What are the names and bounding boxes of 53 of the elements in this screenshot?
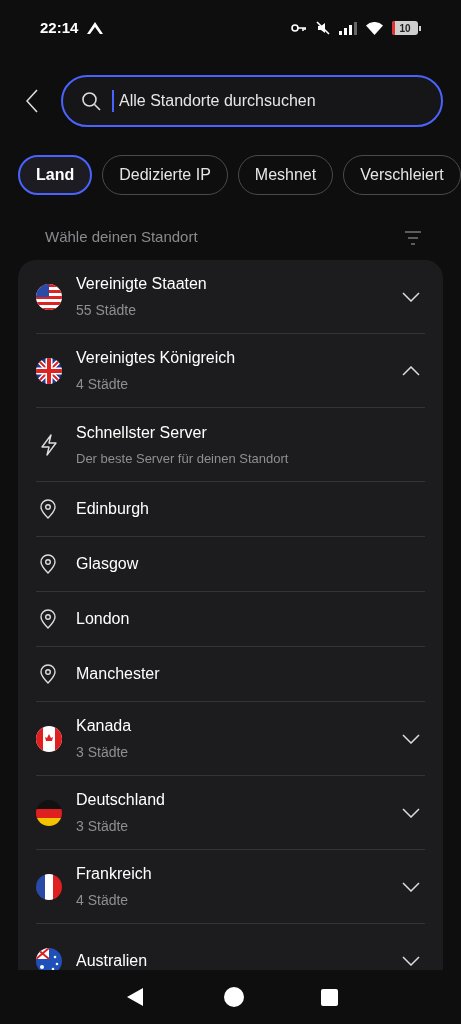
country-row[interactable]: Frankreich 4 Städte	[36, 850, 425, 924]
search-icon	[81, 91, 101, 111]
filter-tab[interactable]: Land	[18, 155, 93, 195]
location-name: Frankreich	[76, 864, 153, 884]
city-count: 4 Städte	[76, 375, 130, 394]
country-row[interactable]: Deutschland 3 Städte	[36, 776, 425, 850]
status-time: 22:14	[40, 17, 79, 38]
location-name: London	[76, 609, 131, 629]
location-pin-icon	[40, 499, 56, 519]
city-row[interactable]: London	[36, 592, 425, 647]
city-count: 3 Städte	[76, 743, 130, 762]
location-name: Glasgow	[76, 554, 140, 574]
location-subtitle: Der beste Server für deinen Standort	[76, 449, 290, 468]
flag-icon	[36, 873, 62, 900]
home-nav-button[interactable]	[224, 987, 244, 1007]
city-count: 4 Städte	[76, 891, 130, 910]
filter-icon	[405, 230, 421, 245]
mountain-logo-icon	[86, 21, 105, 35]
flag-icon	[36, 283, 62, 310]
location-name: Vereinigtes Königreich	[76, 348, 237, 368]
mute-icon	[316, 21, 330, 35]
location-name: Vereinigte Staaten	[76, 274, 208, 294]
signal-icon	[339, 21, 357, 35]
battery-icon: 10	[392, 21, 421, 35]
country-row[interactable]: Vereinigte Staaten 55 Städte	[36, 260, 425, 334]
flag-icon	[36, 799, 62, 826]
city-row[interactable]: Edinburgh	[36, 482, 425, 537]
wifi-icon	[366, 21, 383, 35]
location-pin-icon	[40, 554, 56, 574]
city-row[interactable]: Manchester	[36, 647, 425, 702]
fastest-server-row[interactable]: Schnellster Server Der beste Server für deinen Standort	[36, 408, 425, 482]
back-icon	[26, 89, 38, 113]
location-pin-icon	[40, 664, 56, 684]
city-count: 3 Städte	[76, 817, 130, 836]
location-name: Schnellster Server	[76, 422, 208, 443]
city-row[interactable]: Glasgow	[36, 537, 425, 592]
key-icon	[291, 23, 307, 33]
country-row[interactable]: Vereinigtes Königreich 4 Städte	[36, 334, 425, 408]
recents-nav-button[interactable]	[320, 988, 338, 1006]
location-name: Deutschland	[76, 790, 166, 810]
location-name: Manchester	[76, 664, 161, 684]
location-name: Kanada	[76, 716, 133, 736]
lightning-icon	[40, 433, 58, 456]
flag-icon	[36, 357, 62, 384]
city-count: 55 Städte	[76, 301, 137, 320]
location-pin-icon	[40, 609, 56, 629]
country-row[interactable]: Kanada 3 Städte	[36, 702, 425, 776]
search-field[interactable]: Alle Standorte durchsuchen	[61, 75, 443, 127]
flag-icon	[36, 725, 62, 752]
section-title: Wähle deinen Standort	[45, 227, 198, 248]
location-name: Australien	[76, 951, 149, 970]
location-name: Edinburgh	[76, 499, 150, 519]
flag-icon	[36, 948, 62, 970]
